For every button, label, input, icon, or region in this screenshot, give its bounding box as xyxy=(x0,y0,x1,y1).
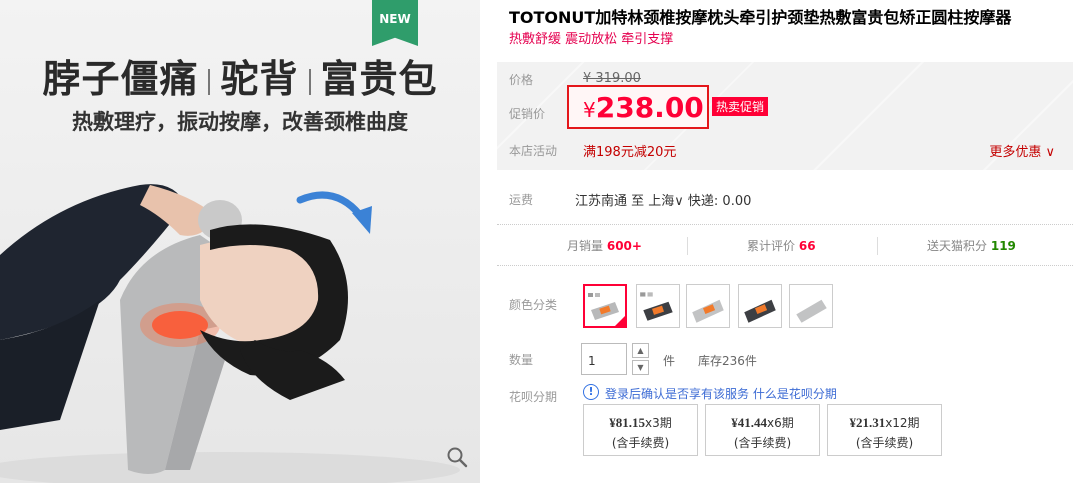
swatch-thumbnail xyxy=(796,299,827,323)
installment-amount: ¥41.44x6期 xyxy=(706,413,819,433)
promo-price-label: 促销价 xyxy=(509,107,546,121)
more-promotions-link[interactable]: 更多优惠 ∨ xyxy=(989,141,1055,160)
quantity-input[interactable]: 1 xyxy=(581,343,627,375)
hero-headline: 脖子僵痛 驼背 富贵包 xyxy=(0,48,480,103)
huabei-notice: 登录后确认是否享有该服务 什么是花呗分期 xyxy=(605,385,837,402)
review-count[interactable]: 累计评价 66 xyxy=(747,237,816,254)
promo-price: ¥238.00 xyxy=(583,91,704,124)
color-swatch-4[interactable] xyxy=(738,284,782,328)
shipping-label: 运费 xyxy=(509,193,534,207)
installment-fee-note: (含手续费) xyxy=(855,436,914,450)
installment-periods: x12期 xyxy=(885,416,920,430)
color-swatch-1[interactable] xyxy=(583,284,627,328)
color-swatch-5[interactable] xyxy=(789,284,833,328)
chevron-down-icon: ▼ xyxy=(637,363,644,372)
quantity-decrease-button[interactable]: ▼ xyxy=(632,360,649,375)
monthly-sales-label: 月销量 xyxy=(567,239,604,253)
headline-part-2: 驼背 xyxy=(220,57,299,101)
swatch-thumbnail xyxy=(640,292,673,321)
quantity-increase-button[interactable]: ▲ xyxy=(632,343,649,358)
product-subtitle: 热敷舒缓 震动放松 牵引支撑 xyxy=(509,32,674,47)
swatch-thumbnail xyxy=(588,293,619,320)
installment-amount: ¥81.15x3期 xyxy=(584,413,697,433)
more-promotions-label: 更多优惠 xyxy=(989,145,1042,160)
installment-option-6[interactable]: ¥41.44x6期 (含手续费) xyxy=(705,404,820,456)
original-price: ¥ 319.00 xyxy=(583,71,641,86)
stock-count: 库存236件 xyxy=(698,354,757,368)
installment-amount: ¥21.31x12期 xyxy=(828,413,941,433)
hot-sale-tag: 热卖促销 xyxy=(712,97,769,116)
monthly-sales: 月销量 600+ xyxy=(567,237,642,254)
headline-divider xyxy=(308,68,311,95)
shipping-info[interactable]: 江苏南通 至 上海∨ 快递: 0.00 xyxy=(575,190,751,209)
info-icon: ! xyxy=(583,384,599,400)
review-count-value: 66 xyxy=(798,239,816,253)
currency-symbol: ¥ xyxy=(583,98,596,122)
installment-periods: x6期 xyxy=(767,416,794,430)
color-swatch-3[interactable] xyxy=(686,284,730,328)
price-box: 价格 ¥ 319.00 促销价 ¥238.00 热卖促销 本店活动 满198元减… xyxy=(497,62,1073,170)
hero-subline: 热敷理疗，振动按摩，改善颈椎曲度 xyxy=(72,110,408,134)
headline-divider xyxy=(208,68,211,95)
store-activity-label: 本店活动 xyxy=(509,144,558,158)
installment-option-12[interactable]: ¥21.31x12期 (含手续费) xyxy=(827,404,942,456)
installment-fee-note: (含手续费) xyxy=(611,436,670,450)
quantity-unit: 件 xyxy=(663,354,676,368)
swatch-thumbnail xyxy=(744,299,776,323)
quantity-label: 数量 xyxy=(509,353,534,367)
tmall-points-value: 119 xyxy=(990,239,1016,253)
installment-price: ¥41.44 xyxy=(731,415,767,430)
tmall-points: 送天猫积分 119 xyxy=(927,237,1016,254)
stat-divider xyxy=(877,237,878,255)
installment-option-3[interactable]: ¥81.15x3期 (含手续费) xyxy=(583,404,698,456)
review-count-label: 累计评价 xyxy=(747,239,796,253)
magnifier-icon[interactable] xyxy=(446,446,468,468)
product-title: TOTONUT加特林颈椎按摩枕头牵引护颈垫热敷富贵包矫正圆柱按摩器 xyxy=(509,8,1012,27)
chevron-up-icon: ▲ xyxy=(637,346,644,355)
installment-periods: x3期 xyxy=(645,416,672,430)
store-activity: 满198元减20元 xyxy=(583,145,677,160)
product-main-image[interactable]: NEW 脖子僵痛 驼背 富贵包 热敷理疗，振动按摩，改善颈椎曲度 xyxy=(0,0,480,483)
headline-part-1: 脖子僵痛 xyxy=(42,57,199,101)
installment-fee-note: (含手续费) xyxy=(733,436,792,450)
swatch-thumbnail xyxy=(692,299,724,323)
color-option-label: 颜色分类 xyxy=(509,298,558,312)
color-swatch-2[interactable] xyxy=(636,284,680,328)
original-price-label: 价格 xyxy=(509,73,534,87)
promo-price-highlight: ¥238.00 xyxy=(567,85,709,129)
chevron-down-icon: ∨ xyxy=(1041,145,1055,160)
huabei-label: 花呗分期 xyxy=(509,390,558,404)
promo-price-value: 238.00 xyxy=(595,91,704,124)
installment-price: ¥81.15 xyxy=(609,415,645,430)
huabei-help-link[interactable]: 什么是花呗分期 xyxy=(753,387,837,401)
stat-divider xyxy=(687,237,688,255)
tmall-points-label: 送天猫积分 xyxy=(927,239,988,253)
huabei-notice-text[interactable]: 登录后确认是否享有该服务 xyxy=(605,387,749,401)
monthly-sales-value: 600+ xyxy=(606,239,642,253)
sales-stats: 月销量 600+ 累计评价 66 送天猫积分 119 xyxy=(497,224,1073,266)
headline-part-3: 富贵包 xyxy=(320,57,438,101)
installment-price: ¥21.31 xyxy=(849,415,886,430)
